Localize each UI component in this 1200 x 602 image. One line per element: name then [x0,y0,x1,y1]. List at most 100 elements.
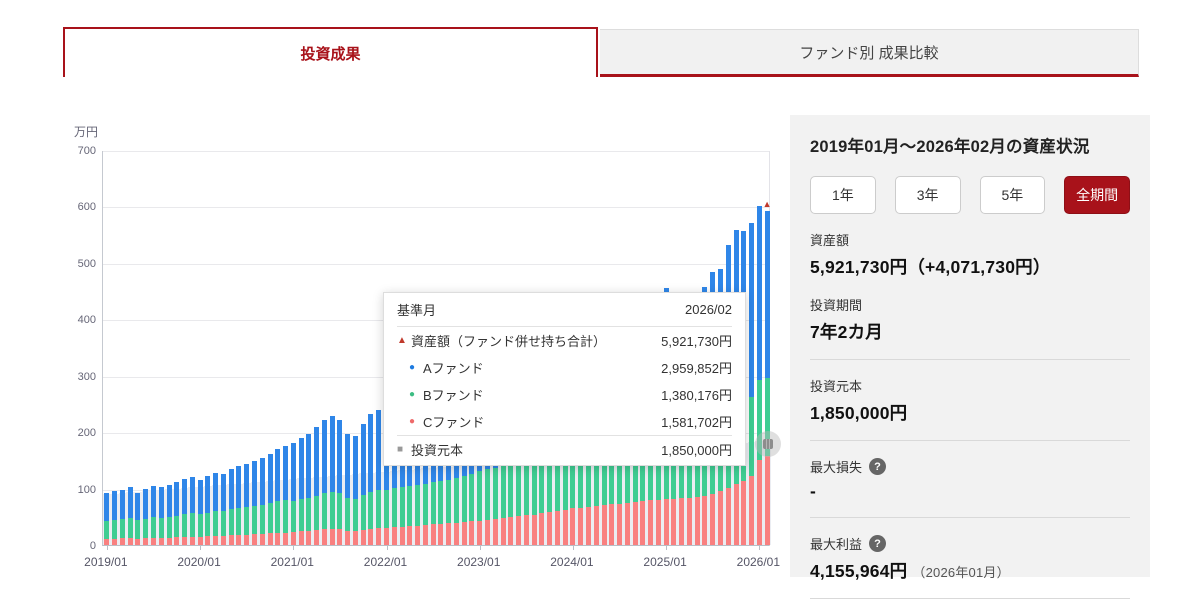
chart-bar-segment[interactable] [508,517,513,545]
chart-bar-segment[interactable] [198,514,203,537]
chart-bar-segment[interactable] [423,525,428,545]
chart-bar-segment[interactable] [749,223,754,397]
chart-bar-segment[interactable] [244,535,249,545]
chart-bar-segment[interactable] [205,513,210,537]
chart-bar-segment[interactable] [182,514,187,537]
chart-bar-segment[interactable] [135,539,140,545]
chart-bar-segment[interactable] [633,502,638,545]
chart-bar-segment[interactable] [477,521,482,545]
chart-bar-segment[interactable] [485,520,490,545]
chart-bar-segment[interactable] [291,443,296,501]
tab-investment-results[interactable]: 投資成果 [63,27,598,77]
chart-bar-segment[interactable] [524,461,529,516]
chart-bar-segment[interactable] [291,532,296,545]
chart-bar-segment[interactable] [353,436,358,499]
chart-bar-segment[interactable] [151,517,156,537]
chart-bar-segment[interactable] [275,533,280,545]
chart-bar-segment[interactable] [299,531,304,545]
chart-bar-segment[interactable] [392,488,397,527]
chart-bar-segment[interactable] [454,478,459,523]
chart-bar-segment[interactable] [462,522,467,545]
chart-bar-segment[interactable] [299,438,304,500]
chart-bar-segment[interactable] [229,509,234,535]
chart-bar-segment[interactable] [469,521,474,545]
chart-bar-segment[interactable] [174,482,179,516]
chart-bar-segment[interactable] [353,531,358,545]
chart-bar-segment[interactable] [337,493,342,529]
chart-bar-segment[interactable] [400,487,405,527]
chart-bar-segment[interactable] [361,495,366,530]
chart-bar-segment[interactable] [679,498,684,545]
chart-bar-segment[interactable] [361,530,366,545]
chart-bar-segment[interactable] [625,503,630,545]
chart-bar-segment[interactable] [190,477,195,513]
chart-bar-segment[interactable] [648,500,653,545]
chart-bar-segment[interactable] [159,487,164,518]
chart-bar-segment[interactable] [104,493,109,521]
chart-bar-segment[interactable] [415,526,420,545]
chart-bar-segment[interactable] [734,484,739,545]
chart-bar-segment[interactable] [671,499,676,545]
chart-bar-segment[interactable] [112,520,117,539]
chart-bar-segment[interactable] [283,533,288,545]
chart-bar-segment[interactable] [687,498,692,545]
chart-bar-segment[interactable] [104,521,109,539]
chart-bar-segment[interactable] [151,538,156,545]
chart-bar-segment[interactable] [306,434,311,498]
chart-bar-segment[interactable] [718,491,723,545]
chart-bar-segment[interactable] [260,458,265,505]
period-button-5年[interactable]: 5年 [980,176,1046,214]
chart-bar-segment[interactable] [268,454,273,503]
chart-bar-segment[interactable] [609,504,614,545]
chart-bar-segment[interactable] [555,511,560,545]
chart-bar-segment[interactable] [128,487,133,518]
chart-bar-segment[interactable] [314,496,319,530]
chart-bar-segment[interactable] [741,481,746,545]
chart-bar-segment[interactable] [190,537,195,545]
chart-bar-segment[interactable] [345,434,350,498]
chart-bar-segment[interactable] [283,446,288,500]
chart-bar-segment[interactable] [306,498,311,531]
chart-drag-handle[interactable] [755,431,781,457]
chart-bar-segment[interactable] [757,206,762,380]
chart-bar-segment[interactable] [493,468,498,519]
chart-bar-segment[interactable] [135,493,140,520]
chart-bar-segment[interactable] [229,535,234,545]
chart-bar-segment[interactable] [221,536,226,545]
period-button-1年[interactable]: 1年 [810,176,876,214]
chart-bar-segment[interactable] [322,420,327,493]
chart-bar-segment[interactable] [135,520,140,539]
chart-bar-segment[interactable] [275,449,280,501]
chart-bar-segment[interactable] [547,512,552,545]
chart-bar-segment[interactable] [167,538,172,545]
chart-bar-segment[interactable] [695,497,700,545]
chart-bar-segment[interactable] [159,518,164,538]
chart-bar-segment[interactable] [244,507,249,534]
chart-bar-segment[interactable] [182,537,187,545]
chart-bar-segment[interactable] [252,461,257,506]
chart-bar-segment[interactable] [446,480,451,524]
chart-bar-segment[interactable] [252,534,257,545]
chart-bar-segment[interactable] [407,486,412,526]
chart-bar-segment[interactable] [368,414,373,492]
chart-bar-segment[interactable] [322,493,327,529]
chart-bar-segment[interactable] [423,484,428,525]
chart-bar-segment[interactable] [260,534,265,545]
chart-bar-segment[interactable] [710,494,715,545]
chart-bar-segment[interactable] [640,501,645,545]
chart-bar-segment[interactable] [392,527,397,545]
chart-bar-segment[interactable] [221,511,226,536]
chart-bar-segment[interactable] [570,508,575,545]
chart-bar-segment[interactable] [407,526,412,545]
chart-bar-segment[interactable] [151,486,156,518]
chart-bar-segment[interactable] [485,469,490,520]
help-icon[interactable]: ? [869,535,886,552]
chart-bar-segment[interactable] [361,424,366,495]
chart-bar-segment[interactable] [268,533,273,545]
chart-bar-segment[interactable] [376,410,381,491]
chart-bar-segment[interactable] [368,492,373,529]
chart-bar-segment[interactable] [493,519,498,545]
chart-bar-segment[interactable] [275,501,280,533]
chart-bar-segment[interactable] [726,488,731,545]
chart-bar-segment[interactable] [213,511,218,536]
